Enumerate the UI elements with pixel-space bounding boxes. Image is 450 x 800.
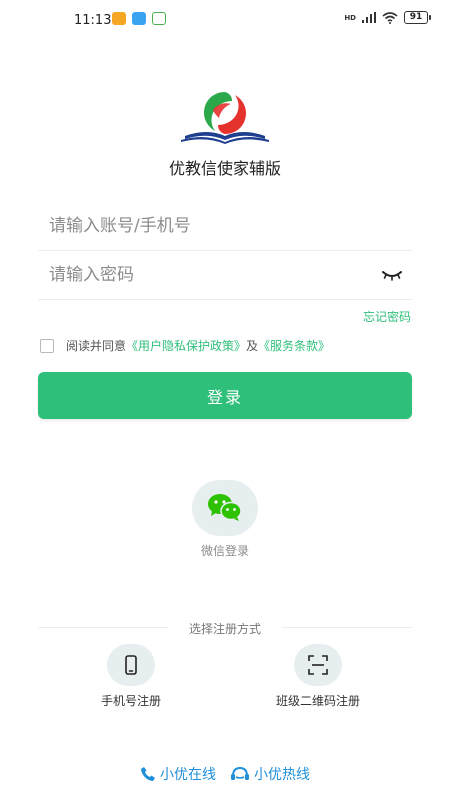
support-row: 小优在线 小优热线 xyxy=(0,764,450,784)
qr-scan-icon xyxy=(308,655,328,675)
qr-register-button[interactable]: 班级二维码注册 xyxy=(243,644,393,709)
terms-link[interactable]: 《服务条款》 xyxy=(258,337,330,354)
phone-register-label: 手机号注册 xyxy=(100,694,161,708)
online-support-label: 小优在线 xyxy=(160,767,216,783)
register-section-title: 选择注册方式 xyxy=(188,622,261,636)
account-field-row xyxy=(38,202,412,251)
weather-cloud-icon xyxy=(132,12,146,25)
headset-icon xyxy=(231,766,249,780)
agreement-checkbox[interactable] xyxy=(40,338,54,353)
forgot-password-link[interactable]: 忘记密码 xyxy=(363,308,411,325)
signal-icon xyxy=(362,12,376,23)
notification-icons xyxy=(112,12,166,25)
password-input[interactable] xyxy=(38,251,412,299)
phone-icon xyxy=(125,655,137,675)
wechat-login-label: 微信登录 xyxy=(200,544,249,558)
eye-closed-icon[interactable] xyxy=(382,269,402,281)
wechat-login-button[interactable] xyxy=(192,480,258,536)
app-title: 优教信使家辅版 xyxy=(168,159,281,178)
login-button[interactable]: 登录 xyxy=(38,372,412,419)
wifi-icon xyxy=(382,11,398,24)
app-logo-notification-icon xyxy=(152,12,166,25)
privacy-policy-link[interactable]: 《用户隐私保护政策》 xyxy=(126,337,246,354)
account-input[interactable] xyxy=(38,202,412,250)
agreement-prefix: 阅读并同意 xyxy=(66,339,127,353)
hd-label: HD xyxy=(344,13,356,22)
qr-register-label: 班级二维码注册 xyxy=(275,694,360,708)
password-field-row xyxy=(38,251,412,300)
notification-app-icon xyxy=(112,12,126,25)
app-logo xyxy=(181,90,269,144)
phone-handset-icon xyxy=(141,767,155,781)
online-support-link[interactable]: 小优在线 xyxy=(140,764,216,784)
status-time: 11:13 xyxy=(74,13,112,28)
status-right: HD 91 xyxy=(344,11,431,24)
status-bar: 11:13 HD 91 xyxy=(0,0,450,40)
phone-register-circle xyxy=(107,644,155,686)
hotline-label: 小优热线 xyxy=(254,767,310,783)
agreement-row: 阅读并同意 《用户隐私保护政策》 及 《服务条款》 xyxy=(40,337,330,354)
wechat-icon xyxy=(208,494,242,521)
qr-register-circle xyxy=(294,644,342,686)
hotline-link[interactable]: 小优热线 xyxy=(230,764,310,784)
agreement-and: 及 xyxy=(246,339,259,353)
phone-register-button[interactable]: 手机号注册 xyxy=(56,644,206,709)
battery-icon: 91 xyxy=(404,11,431,24)
